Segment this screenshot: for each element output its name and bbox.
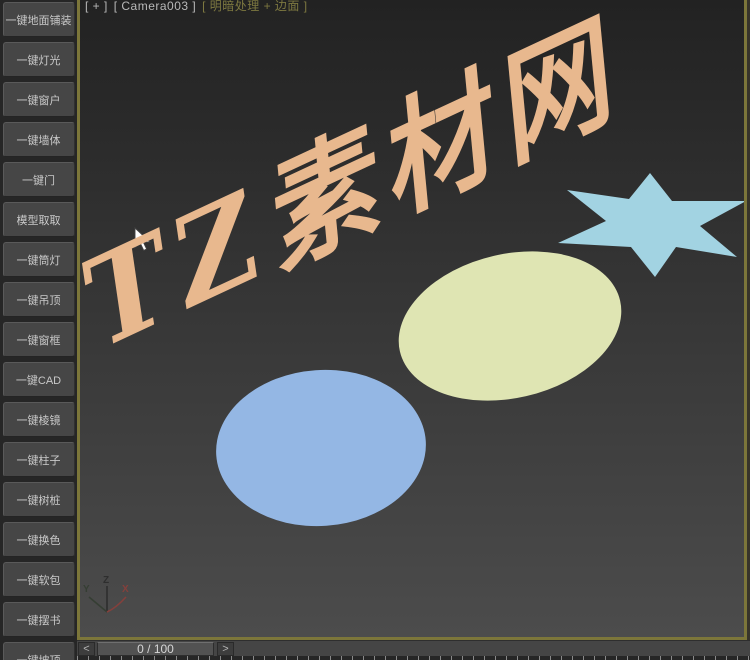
ellipse-green[interactable] [384,230,637,421]
viewport-menu-camera[interactable]: [ Camera003 ] [114,0,197,13]
sidebar-button-column[interactable]: 一键柱子 [2,442,75,477]
app-window: 一键地面铺装 一键灯光 一键窗户 一键墙体 一键门 模型取取 一键筒灯 一键吊顶… [0,0,750,660]
sidebar-button-books[interactable]: 一键摆书 [2,602,75,637]
next-frame-button[interactable]: > [217,642,234,656]
sidebar-button-lighting[interactable]: 一键灯光 [2,42,75,77]
sidebar-button-soft-pack[interactable]: 一键软包 [2,562,75,597]
time-slider-thumb[interactable]: 0 / 100 [97,642,214,656]
sidebar-button-stump[interactable]: 一键树桩 [2,482,75,517]
sidebar-button-floor-paving[interactable]: 一键地面铺装 [2,2,75,37]
sidebar-button-prism[interactable]: 一键棱镜 [2,402,75,437]
sidebar-button-sloped-roof[interactable]: 一键坡顶 [2,642,75,660]
camera-viewport[interactable]: Z Y X TZ素材网 [ + ] [ Camera003 ] [ 明暗处理 +… [77,0,747,640]
sidebar-button-downlight[interactable]: 一键筒灯 [2,242,75,277]
sidebar-button-wall[interactable]: 一键墙体 [2,122,75,157]
sidebar-button-window-frame[interactable]: 一键窗框 [2,322,75,357]
viewport-header: [ + ] [ Camera003 ] [ 明暗处理 + 边面 ] [85,0,310,14]
viewport-menu-shading[interactable]: [ 明暗处理 + 边面 ] [202,0,308,13]
sidebar-button-recolor[interactable]: 一键换色 [2,522,75,557]
axis-z-label: Z [103,575,109,586]
ellipse-blue[interactable] [211,363,431,533]
viewport-menu-plus[interactable]: [ + ] [85,0,108,13]
axis-x-label: X [122,584,129,595]
sidebar-button-window[interactable]: 一键窗户 [2,82,75,117]
time-slider-bar: < 0 / 100 > [77,640,750,656]
sidebar-button-ceiling[interactable]: 一键吊顶 [2,282,75,317]
sidebar-button-cad[interactable]: 一键CAD [2,362,75,397]
sidebar-button-door[interactable]: 一键门 [2,162,75,197]
axis-y-label: Y [83,584,90,595]
track-bar-ruler[interactable] [77,656,750,660]
previous-frame-button[interactable]: < [78,642,95,656]
sidebar-button-model-pick[interactable]: 模型取取 [2,202,75,237]
plugin-sidebar: 一键地面铺装 一键灯光 一键窗户 一键墙体 一键门 模型取取 一键筒灯 一键吊顶… [0,0,77,660]
star-shape[interactable] [558,173,744,277]
world-axis-gizmo: Z Y X [83,575,129,613]
